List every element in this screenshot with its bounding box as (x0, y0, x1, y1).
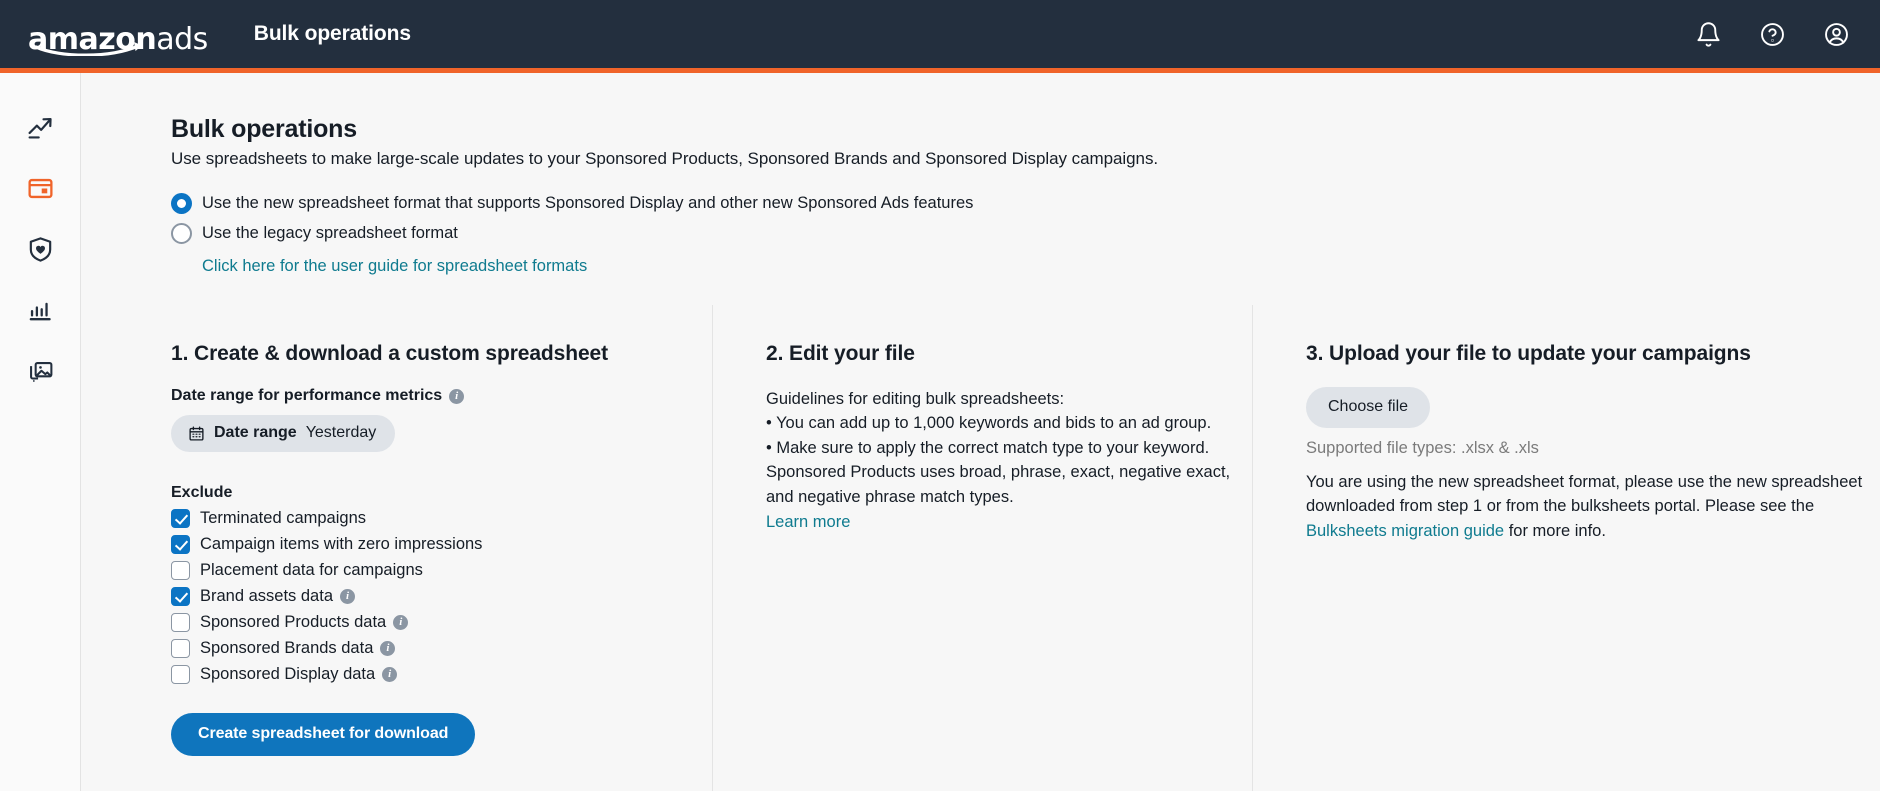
checkbox-brand-assets-data[interactable] (171, 587, 190, 606)
radio-new-format-indicator[interactable] (171, 193, 192, 214)
radio-option-legacy-format[interactable]: Use the legacy spreadsheet format (171, 223, 1880, 244)
radio-new-format-label: Use the new spreadsheet format that supp… (202, 194, 974, 212)
step-3-column: 3. Upload your file to update your campa… (1252, 305, 1880, 791)
top-header-bar: amazonads Bulk operations (0, 0, 1880, 68)
checkbox-zero-impressions[interactable] (171, 535, 190, 554)
checkbox-label-text: Brand assets data (200, 587, 333, 605)
checkbox-row-sponsored-brands-data[interactable]: Sponsored Brands data i (171, 639, 712, 658)
sidebar-item-reports[interactable] (0, 280, 81, 341)
account-icon[interactable] (1823, 21, 1850, 48)
supported-file-types: Supported file types: .xlsx & .xls (1306, 439, 1539, 457)
checkbox-sponsored-brands-data[interactable] (171, 639, 190, 658)
info-icon[interactable]: i (382, 667, 398, 682)
upload-note-part1: You are using the new spreadsheet format… (1306, 473, 1863, 516)
page-header: Bulk operations Use spreadsheets to make… (82, 73, 1880, 276)
radio-option-new-format[interactable]: Use the new spreadsheet format that supp… (171, 193, 1880, 214)
checkbox-label: Sponsored Products data i (200, 613, 409, 632)
amazon-ads-logo[interactable]: amazonads (28, 12, 208, 56)
notifications-icon[interactable] (1695, 21, 1722, 48)
sidebar-item-campaigns[interactable] (0, 158, 81, 219)
guidelines-intro: Guidelines for editing bulk spreadsheets… (766, 390, 1065, 408)
checkbox-sponsored-display-data[interactable] (171, 665, 190, 684)
guideline-bullet-1: • You can add up to 1,000 keywords and b… (766, 414, 1212, 433)
checkbox-label: Campaign items with zero impressions (200, 535, 483, 553)
checkbox-label: Sponsored Brands data i (200, 639, 396, 658)
info-icon[interactable]: i (393, 615, 409, 630)
checkbox-label: Sponsored Display data i (200, 665, 398, 684)
date-range-button[interactable]: Date range Yesterday (171, 415, 396, 452)
trending-up-icon (28, 117, 52, 139)
checkbox-sponsored-products-data[interactable] (171, 613, 190, 632)
app-title: Bulk operations (253, 22, 411, 45)
step-2-column: 2. Edit your file Guidelines for editing… (712, 305, 1252, 791)
logo-suffix: ads (156, 22, 208, 57)
upload-note: You are using the new spreadsheet format… (1306, 470, 1880, 543)
sidebar-item-performance[interactable] (0, 97, 81, 158)
guideline-bullet-2: • Make sure to apply the correct match t… (766, 438, 1231, 506)
exclude-heading: Exclude (171, 484, 233, 501)
info-icon[interactable]: i (380, 641, 396, 656)
step-1-column: 1. Create & download a custom spreadshee… (82, 305, 712, 791)
step-2-body: Guidelines for editing bulk spreadsheets… (766, 387, 1252, 534)
shield-heart-icon (29, 237, 52, 262)
bulksheets-migration-guide-link[interactable]: Bulksheets migration guide (1306, 522, 1504, 540)
checkbox-label-text: Sponsored Brands data (200, 639, 374, 657)
checkbox-label-text: Sponsored Display data (200, 665, 376, 683)
checkbox-row-placement-data[interactable]: Placement data for campaigns (171, 561, 712, 580)
checkbox-label: Placement data for campaigns (200, 561, 423, 579)
checkbox-placement-data[interactable] (171, 561, 190, 580)
checkbox-label: Brand assets data i (200, 587, 355, 606)
date-range-button-label: Date range (214, 424, 297, 441)
checkbox-row-sponsored-products-data[interactable]: Sponsored Products data i (171, 613, 712, 632)
checkbox-terminated-campaigns[interactable] (171, 509, 190, 528)
exclude-checkbox-list: Terminated campaigns Campaign items with… (171, 509, 712, 684)
learn-more-link[interactable]: Learn more (766, 510, 850, 534)
steps-columns: 1. Create & download a custom spreadshee… (82, 305, 1880, 791)
page-subtitle: Use spreadsheets to make large-scale upd… (171, 149, 1159, 168)
upload-note-part2: for more info. (1504, 521, 1606, 540)
create-spreadsheet-button[interactable]: Create spreadsheet for download (171, 713, 476, 756)
calendar-icon (189, 425, 204, 441)
bar-chart-icon (29, 302, 51, 321)
step-2-title: 2. Edit your file (766, 342, 915, 365)
header-actions (1695, 21, 1850, 48)
media-library-icon (30, 362, 53, 382)
checkbox-row-zero-impressions[interactable]: Campaign items with zero impressions (171, 535, 712, 554)
step-1-title: 1. Create & download a custom spreadshee… (171, 342, 609, 365)
amazon-swoosh-icon (34, 42, 142, 56)
spreadsheet-format-radio-group: Use the new spreadsheet format that supp… (171, 193, 1880, 276)
checkbox-row-brand-assets-data[interactable]: Brand assets data i (171, 587, 712, 606)
choose-file-button[interactable]: Choose file (1306, 387, 1431, 428)
info-icon[interactable]: i (340, 589, 355, 604)
radio-legacy-format-indicator[interactable] (171, 223, 192, 244)
user-guide-link[interactable]: Click here for the user guide for spread… (202, 257, 587, 276)
sidebar-item-brand-protection[interactable] (0, 219, 81, 280)
info-icon[interactable]: i (449, 388, 465, 404)
date-range-button-value: Yesterday (305, 424, 377, 441)
radio-legacy-format-label: Use the legacy spreadsheet format (202, 224, 458, 242)
checkbox-row-terminated-campaigns[interactable]: Terminated campaigns (171, 509, 712, 528)
step-3-title: 3. Upload your file to update your campa… (1306, 342, 1751, 365)
left-sidebar (0, 73, 81, 791)
checkbox-label-text: Sponsored Products data (200, 613, 387, 631)
date-range-label-text: Date range for performance metrics (171, 387, 443, 404)
date-range-field-label: Date range for performance metrics i (171, 387, 712, 405)
page-title: Bulk operations (171, 115, 357, 143)
sidebar-item-creative-assets[interactable] (0, 341, 81, 402)
campaign-card-icon (28, 178, 53, 199)
checkbox-row-sponsored-display-data[interactable]: Sponsored Display data i (171, 665, 712, 684)
checkbox-label: Terminated campaigns (200, 509, 366, 527)
help-icon[interactable] (1759, 21, 1786, 48)
main-content: Bulk operations Use spreadsheets to make… (82, 73, 1880, 791)
